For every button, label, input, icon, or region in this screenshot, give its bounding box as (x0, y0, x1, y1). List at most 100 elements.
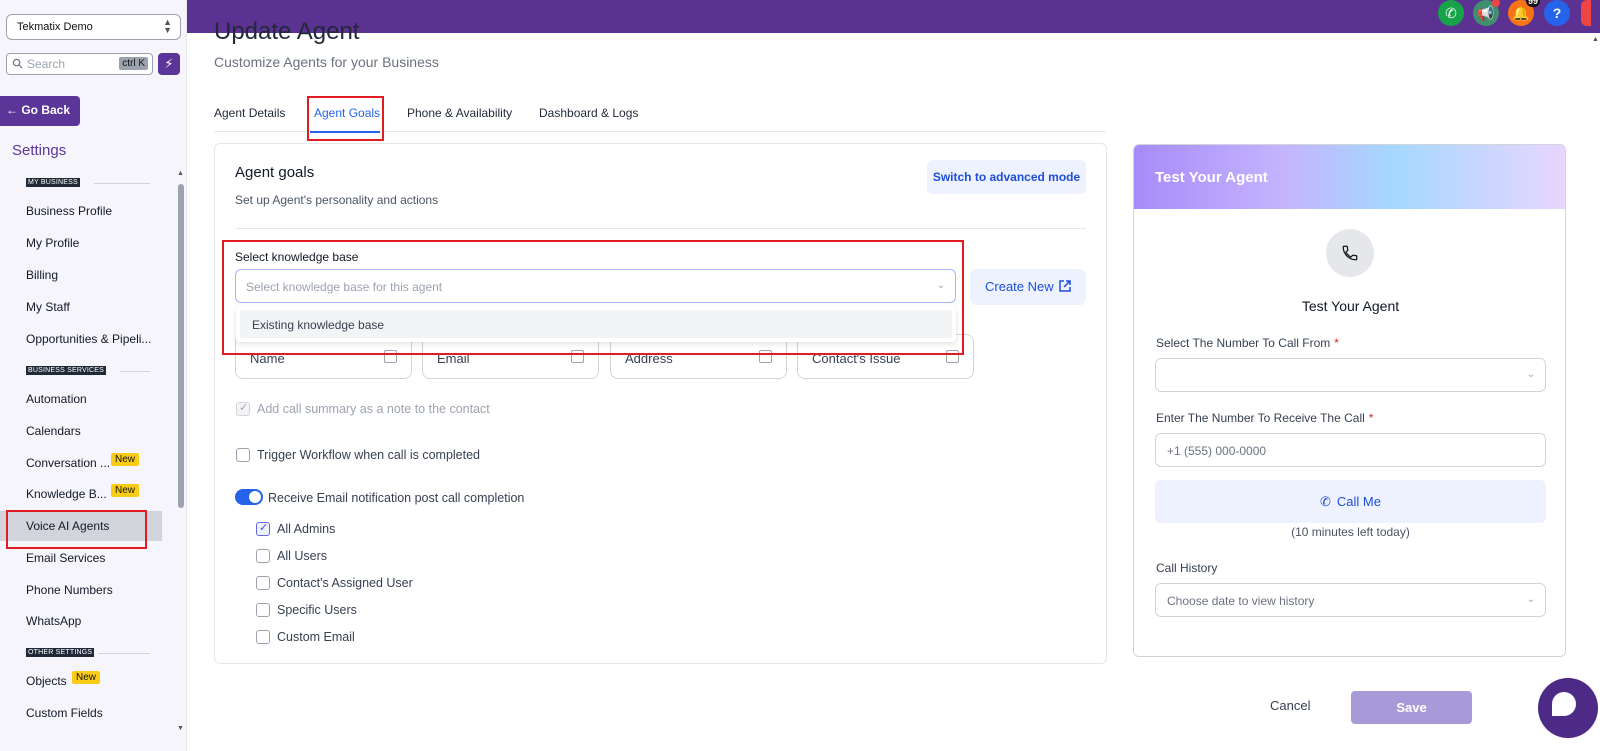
add-summary-checkbox[interactable] (236, 401, 250, 416)
field-checkbox[interactable] (759, 350, 772, 363)
sidebar-item-conversation[interactable]: Conversation ... New (0, 448, 162, 478)
scroll-up-arrow-icon[interactable]: ▲ (1592, 36, 1599, 43)
nav-label: Custom Fields (26, 706, 103, 720)
kb-option-existing[interactable]: Existing knowledge base (240, 310, 952, 338)
agent-goals-subtitle: Set up Agent's personality and actions (235, 193, 439, 207)
location-switcher[interactable]: Tekmatix Demo ▲ ▼ (6, 14, 181, 40)
recipient-checkbox[interactable] (256, 521, 270, 536)
nav-label: Objects (26, 674, 67, 688)
email-notification-toggle[interactable] (235, 489, 263, 505)
test-agent-header: Test Your Agent (1134, 145, 1565, 209)
help-icon[interactable]: ? (1544, 0, 1570, 26)
trigger-workflow-label: Trigger Workflow when call is completed (257, 448, 480, 462)
tab-agent-details[interactable]: Agent Details (214, 106, 285, 120)
tab-dashboard-logs[interactable]: Dashboard & Logs (539, 106, 638, 120)
chevron-down-icon: ⌄ (1526, 369, 1535, 380)
sidebar-search-input[interactable]: Search ctrl K (6, 53, 153, 75)
field-checkbox[interactable] (946, 350, 959, 363)
advanced-mode-button[interactable]: Switch to advanced mode (927, 160, 1086, 194)
nav-label: Opportunities & Pipeli... (26, 332, 152, 346)
chat-widget-icon[interactable] (1538, 678, 1598, 738)
recipient-checkbox[interactable] (256, 603, 270, 617)
sidebar-item-automation[interactable]: Automation (0, 384, 162, 414)
knowledge-base-select[interactable]: Select knowledge base for this agent ⌄ (235, 269, 956, 303)
search-icon (12, 58, 23, 69)
section-divider (94, 183, 150, 184)
sidebar-item-calendars[interactable]: Calendars (0, 416, 162, 446)
nav-label: My Profile (26, 236, 80, 250)
page-title: Update Agent (214, 18, 360, 45)
field-label: Contact's Issue (812, 351, 901, 366)
arrow-left-icon: ← (6, 103, 18, 117)
call-to-label-text: Enter The Number To Receive The Call (1156, 411, 1365, 425)
sidebar-item-business-profile[interactable]: Business Profile (0, 196, 162, 226)
email-notification-label: Receive Email notification post call com… (268, 491, 525, 505)
recipient-checkbox[interactable] (256, 576, 270, 590)
megaphone-icon[interactable]: 📢 (1473, 0, 1500, 26)
agent-tabs: Agent Details Agent Goals Phone & Availa… (214, 96, 1106, 133)
sidebar-item-whatsapp[interactable]: WhatsApp (0, 606, 162, 636)
new-badge: New (111, 453, 140, 466)
required-mark: * (1368, 411, 1374, 425)
create-new-label: Create New (985, 279, 1054, 294)
nav-label: Voice AI Agents (26, 519, 110, 533)
bell-icon[interactable]: 🔔 99 (1508, 0, 1540, 26)
knowledge-base-label: Select knowledge base (235, 250, 359, 264)
quick-actions-button[interactable]: ⚡ (158, 53, 180, 75)
required-mark: * (1334, 336, 1339, 350)
cancel-button[interactable]: Cancel (1270, 698, 1310, 713)
call-to-input[interactable]: +1 (555) 000-0000 (1155, 433, 1546, 467)
notification-dot (1492, 0, 1500, 7)
call-me-label: Call Me (1336, 494, 1381, 509)
go-back-button[interactable]: ← Go Back (0, 96, 80, 126)
save-button[interactable]: Save (1351, 691, 1472, 724)
sidebar-item-custom-fields[interactable]: Custom Fields (0, 698, 162, 728)
tab-agent-goals[interactable]: Agent Goals (314, 106, 380, 120)
sidebar-item-knowledge-base[interactable]: Knowledge B... New (0, 479, 162, 509)
call-from-label-text: Select The Number To Call From (1156, 336, 1331, 350)
field-checkbox[interactable] (384, 350, 397, 363)
recipient-label: Contact's Assigned User (277, 576, 413, 590)
sidebar-item-objects[interactable]: Objects New (0, 666, 162, 696)
active-tab-indicator (310, 131, 380, 133)
tab-phone-availability[interactable]: Phone & Availability (407, 106, 512, 120)
scroll-down-arrow-icon[interactable]: ▼ (177, 725, 184, 732)
create-new-button[interactable]: Create New (970, 269, 1086, 305)
section-divider (120, 371, 150, 372)
recipient-label: All Users (277, 549, 328, 563)
search-placeholder: Search (27, 57, 66, 71)
sidebar-scrollbar[interactable] (178, 184, 184, 508)
phone-icon (1326, 229, 1374, 277)
section-my-business: MY BUSINESS (26, 178, 80, 187)
location-name: Tekmatix Demo (17, 21, 93, 33)
phone-icon[interactable]: ✆ (1438, 0, 1464, 26)
sidebar-item-opportunities[interactable]: Opportunities & Pipeli... (0, 324, 162, 354)
call-from-select[interactable]: ⌄ (1155, 358, 1546, 392)
sidebar-item-my-profile[interactable]: My Profile (0, 228, 162, 258)
sidebar-item-email-services[interactable]: Email Services (0, 543, 162, 573)
external-link-icon (1059, 280, 1071, 292)
sidebar-item-phone-numbers[interactable]: Phone Numbers (0, 575, 162, 605)
test-agent-panel: Test Your Agent Test Your Agent Select T… (1133, 144, 1566, 657)
sidebar-item-billing[interactable]: Billing (0, 260, 162, 290)
recipient-checkbox[interactable] (256, 630, 270, 644)
call-history-select[interactable]: Choose date to view history ⌄ (1155, 583, 1546, 617)
field-label: Email (437, 351, 470, 366)
page-subtitle: Customize Agents for your Business (214, 54, 439, 70)
sidebar-item-voice-ai-agents[interactable]: Voice AI Agents (0, 511, 162, 541)
nav-label: Phone Numbers (26, 583, 113, 597)
go-back-label: Go Back (21, 103, 71, 117)
field-label: Address (625, 351, 673, 366)
chevron-down-icon: ⌄ (936, 280, 945, 291)
add-summary-label: Add call summary as a note to the contac… (257, 402, 490, 416)
page-scrollbar[interactable]: ▲ (1590, 34, 1600, 751)
recipient-checkbox[interactable] (256, 549, 270, 563)
profile-avatar[interactable] (1581, 0, 1591, 26)
scroll-up-arrow-icon[interactable]: ▲ (177, 170, 184, 177)
sidebar-item-my-staff[interactable]: My Staff (0, 292, 162, 322)
call-me-button[interactable]: ✆ Call Me (1155, 480, 1546, 523)
trigger-workflow-checkbox[interactable] (236, 448, 250, 462)
field-checkbox[interactable] (571, 350, 584, 363)
notification-count: 99 (1525, 0, 1540, 7)
call-history-placeholder: Choose date to view history (1167, 594, 1315, 608)
